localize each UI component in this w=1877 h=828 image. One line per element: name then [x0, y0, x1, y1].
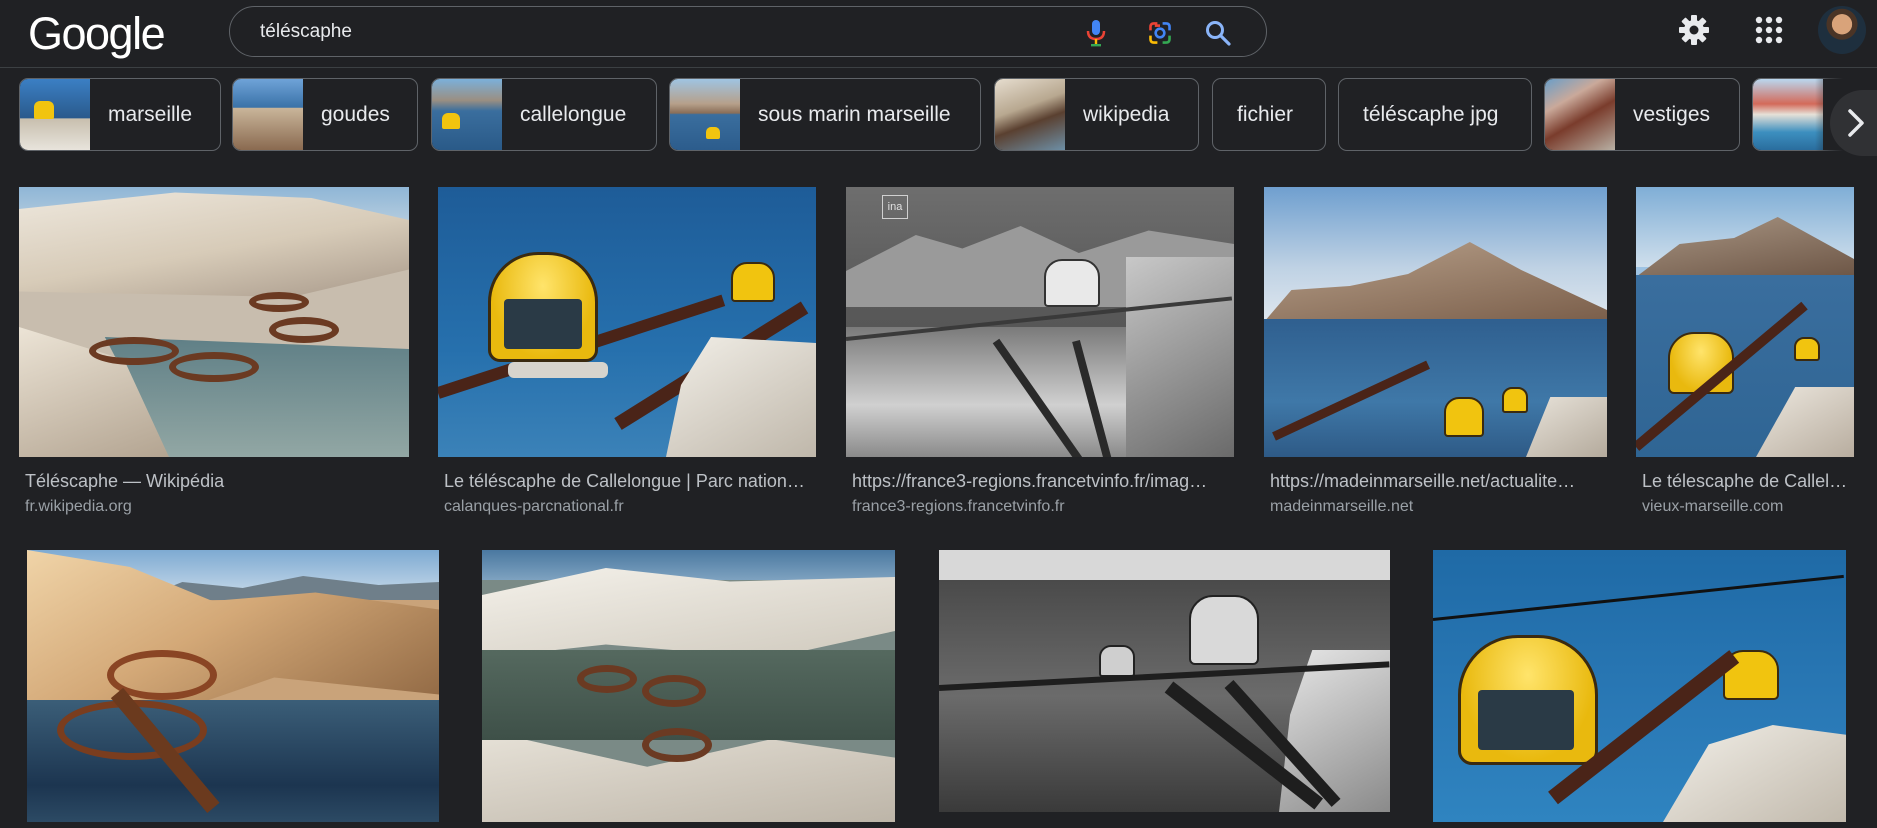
chip-wikipedia[interactable]: wikipedia	[994, 78, 1199, 151]
result-thumbnail[interactable]	[1636, 187, 1854, 457]
search-input[interactable]: téléscaphe	[260, 21, 352, 43]
chip-thumbnail	[670, 79, 740, 150]
result-thumbnail[interactable]	[1433, 550, 1846, 822]
chip-label: téléscaphe jpg	[1363, 102, 1499, 126]
result-thumbnail[interactable]	[482, 550, 895, 822]
result-thumbnail[interactable]	[438, 187, 816, 457]
image-result[interactable]: Le télescaphe de Callel… vieux-marseille…	[1636, 187, 1854, 527]
chip-marseille[interactable]: marseille	[19, 78, 221, 151]
top-header: Google téléscaphe	[0, 0, 1877, 68]
related-search-chips: marseille goudes callelongue sous marin …	[0, 78, 1877, 154]
google-lens-icon[interactable]	[1147, 20, 1173, 46]
result-source[interactable]: fr.wikipedia.org	[25, 498, 132, 516]
chip-thumbnail	[995, 79, 1065, 150]
result-title[interactable]: Le téléscaphe de Callelongue | Parc nati…	[444, 471, 816, 492]
chip-label: sous marin marseille	[758, 102, 951, 126]
chip-callelongue[interactable]: callelongue	[431, 78, 657, 151]
result-title[interactable]: Le télescaphe de Callel…	[1642, 471, 1854, 492]
apps-grid-icon[interactable]	[1751, 12, 1787, 48]
chip-sous-marin-marseille[interactable]: sous marin marseille	[669, 78, 981, 151]
result-thumbnail[interactable]	[939, 550, 1390, 812]
microphone-icon[interactable]	[1083, 20, 1109, 47]
chip-label: wikipedia	[1083, 102, 1170, 126]
image-result[interactable]: ina https://france3-regions.francetvinfo…	[846, 187, 1234, 527]
image-result[interactable]	[482, 550, 895, 822]
image-result[interactable]	[27, 550, 439, 822]
ina-watermark: ina	[882, 195, 908, 219]
chip-vestiges[interactable]: vestiges	[1544, 78, 1740, 151]
result-thumbnail[interactable]	[19, 187, 409, 457]
image-result[interactable]: Le téléscaphe de Callelongue | Parc nati…	[438, 187, 816, 527]
chip-label: callelongue	[520, 102, 627, 126]
search-icon[interactable]	[1205, 20, 1231, 46]
result-thumbnail[interactable]	[1264, 187, 1607, 457]
google-logo[interactable]: Google	[28, 8, 166, 60]
chip-label: fichier	[1237, 102, 1294, 126]
account-avatar[interactable]	[1818, 6, 1866, 54]
chip-telescaphe-jpg[interactable]: téléscaphe jpg	[1338, 78, 1532, 151]
search-box[interactable]: téléscaphe	[229, 6, 1267, 57]
image-result[interactable]: Téléscaphe — Wikipédia fr.wikipedia.org	[19, 187, 409, 527]
result-source[interactable]: calanques-parcnational.fr	[444, 498, 624, 516]
chip-thumbnail	[1545, 79, 1615, 150]
image-result[interactable]: https://madeinmarseille.net/actualite… m…	[1264, 187, 1607, 527]
result-title[interactable]: https://france3-regions.francetvinfo.fr/…	[852, 471, 1232, 492]
chip-label: vestiges	[1633, 102, 1711, 126]
chip-thumbnail	[1753, 79, 1823, 150]
result-thumbnail[interactable]: ina	[846, 187, 1234, 457]
chip-thumbnail	[233, 79, 303, 150]
result-source[interactable]: france3-regions.francetvinfo.fr	[852, 498, 1065, 516]
chip-thumbnail	[20, 79, 90, 150]
chip-fichier[interactable]: fichier	[1212, 78, 1326, 151]
settings-gear-icon[interactable]	[1676, 12, 1712, 48]
chip-label: marseille	[108, 102, 193, 126]
chip-label: goudes	[321, 102, 390, 126]
chip-goudes[interactable]: goudes	[232, 78, 418, 151]
chip-thumbnail	[432, 79, 502, 150]
image-result[interactable]	[1433, 550, 1846, 822]
result-title[interactable]: https://madeinmarseille.net/actualite…	[1270, 471, 1606, 492]
result-source[interactable]: vieux-marseille.com	[1642, 498, 1783, 516]
image-result[interactable]	[939, 550, 1390, 822]
result-thumbnail[interactable]	[27, 550, 439, 822]
result-title[interactable]: Téléscaphe — Wikipédia	[25, 471, 405, 492]
result-source[interactable]: madeinmarseille.net	[1270, 498, 1413, 516]
